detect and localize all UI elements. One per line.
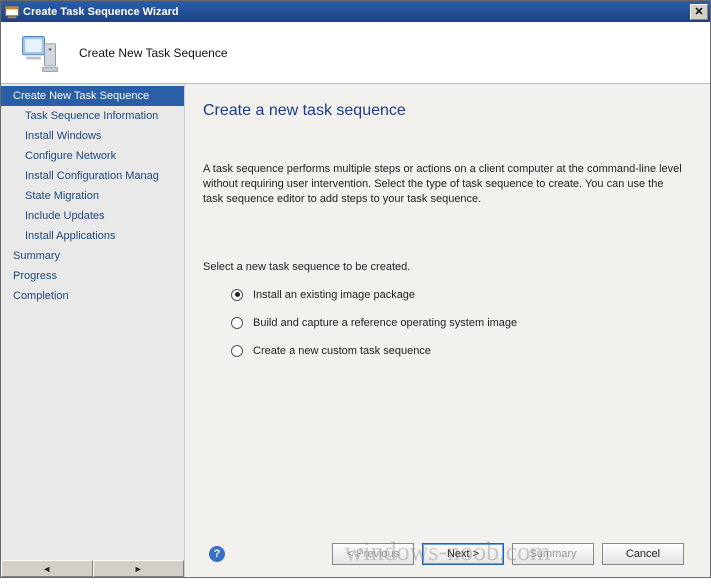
app-icon <box>5 5 19 19</box>
header: Create New Task Sequence <box>1 22 710 84</box>
titlebar: Create Task Sequence Wizard ✕ <box>1 1 710 22</box>
wizard-window: Create Task Sequence Wizard ✕ Create New… <box>0 0 711 578</box>
chevron-right-icon: ► <box>134 564 143 574</box>
page-heading: Create a new task sequence <box>203 102 694 120</box>
nav-item[interactable]: Summary <box>1 246 184 266</box>
nav-item-label: Create New Task Sequence <box>13 90 149 102</box>
option-group: Install an existing image package Build a… <box>231 289 694 373</box>
nav-item-label: Summary <box>13 250 60 262</box>
body: Create New Task Sequence Task Sequence In… <box>1 84 710 577</box>
footer: ? < Previous Next > Summary Cancel <box>203 535 694 577</box>
wizard-icon <box>17 31 61 75</box>
radio-label: Build and capture a reference operating … <box>253 317 517 329</box>
cancel-button[interactable]: Cancel <box>602 543 684 565</box>
radio-option[interactable]: Install an existing image package <box>231 289 694 301</box>
nav-item-label: State Migration <box>25 190 99 202</box>
radio-label: Create a new custom task sequence <box>253 345 431 357</box>
next-button[interactable]: Next > <box>422 543 504 565</box>
nav-item[interactable]: Install Windows <box>1 126 184 146</box>
close-button[interactable]: ✕ <box>690 4 708 20</box>
select-prompt: Select a new task sequence to be created… <box>203 261 694 273</box>
scroll-right-button[interactable]: ► <box>93 560 185 577</box>
scroll-buttons: ◄ ► <box>1 560 184 577</box>
scroll-left-button[interactable]: ◄ <box>1 560 93 577</box>
main-panel: Create a new task sequence A task sequen… <box>185 84 710 577</box>
radio-label: Install an existing image package <box>253 289 415 301</box>
nav-item-label: Install Windows <box>25 130 101 142</box>
nav-item[interactable]: State Migration <box>1 186 184 206</box>
summary-button: Summary <box>512 543 594 565</box>
page-description: A task sequence performs multiple steps … <box>203 162 683 207</box>
nav-item[interactable]: Include Updates <box>1 206 184 226</box>
chevron-left-icon: ◄ <box>42 564 51 574</box>
help-icon: ? <box>214 548 221 560</box>
nav-item[interactable]: Progress <box>1 266 184 286</box>
header-title: Create New Task Sequence <box>79 46 228 60</box>
radio-icon <box>231 289 243 301</box>
radio-icon <box>231 345 243 357</box>
nav-list: Create New Task Sequence Task Sequence In… <box>1 84 184 560</box>
nav-item-label: Completion <box>13 290 69 302</box>
nav-item[interactable]: Install Configuration Manag <box>1 166 184 186</box>
nav-item[interactable]: Create New Task Sequence <box>1 86 184 106</box>
nav-item[interactable]: Configure Network <box>1 146 184 166</box>
nav-item-label: Task Sequence Information <box>25 110 158 122</box>
radio-icon <box>231 317 243 329</box>
radio-option[interactable]: Create a new custom task sequence <box>231 345 694 357</box>
nav-item[interactable]: Completion <box>1 286 184 306</box>
nav-item-label: Progress <box>13 270 57 282</box>
nav-item[interactable]: Install Applications <box>1 226 184 246</box>
nav-item-label: Install Applications <box>25 230 116 242</box>
close-icon: ✕ <box>694 5 703 18</box>
window-title: Create Task Sequence Wizard <box>23 6 690 18</box>
nav-item-label: Include Updates <box>25 210 105 222</box>
previous-button: < Previous <box>332 543 414 565</box>
nav-item-label: Configure Network <box>25 150 116 162</box>
sidebar: Create New Task Sequence Task Sequence In… <box>1 84 185 577</box>
radio-option[interactable]: Build and capture a reference operating … <box>231 317 694 329</box>
nav-item-label: Install Configuration Manag <box>25 170 159 182</box>
help-button[interactable]: ? <box>209 546 225 562</box>
nav-item[interactable]: Task Sequence Information <box>1 106 184 126</box>
